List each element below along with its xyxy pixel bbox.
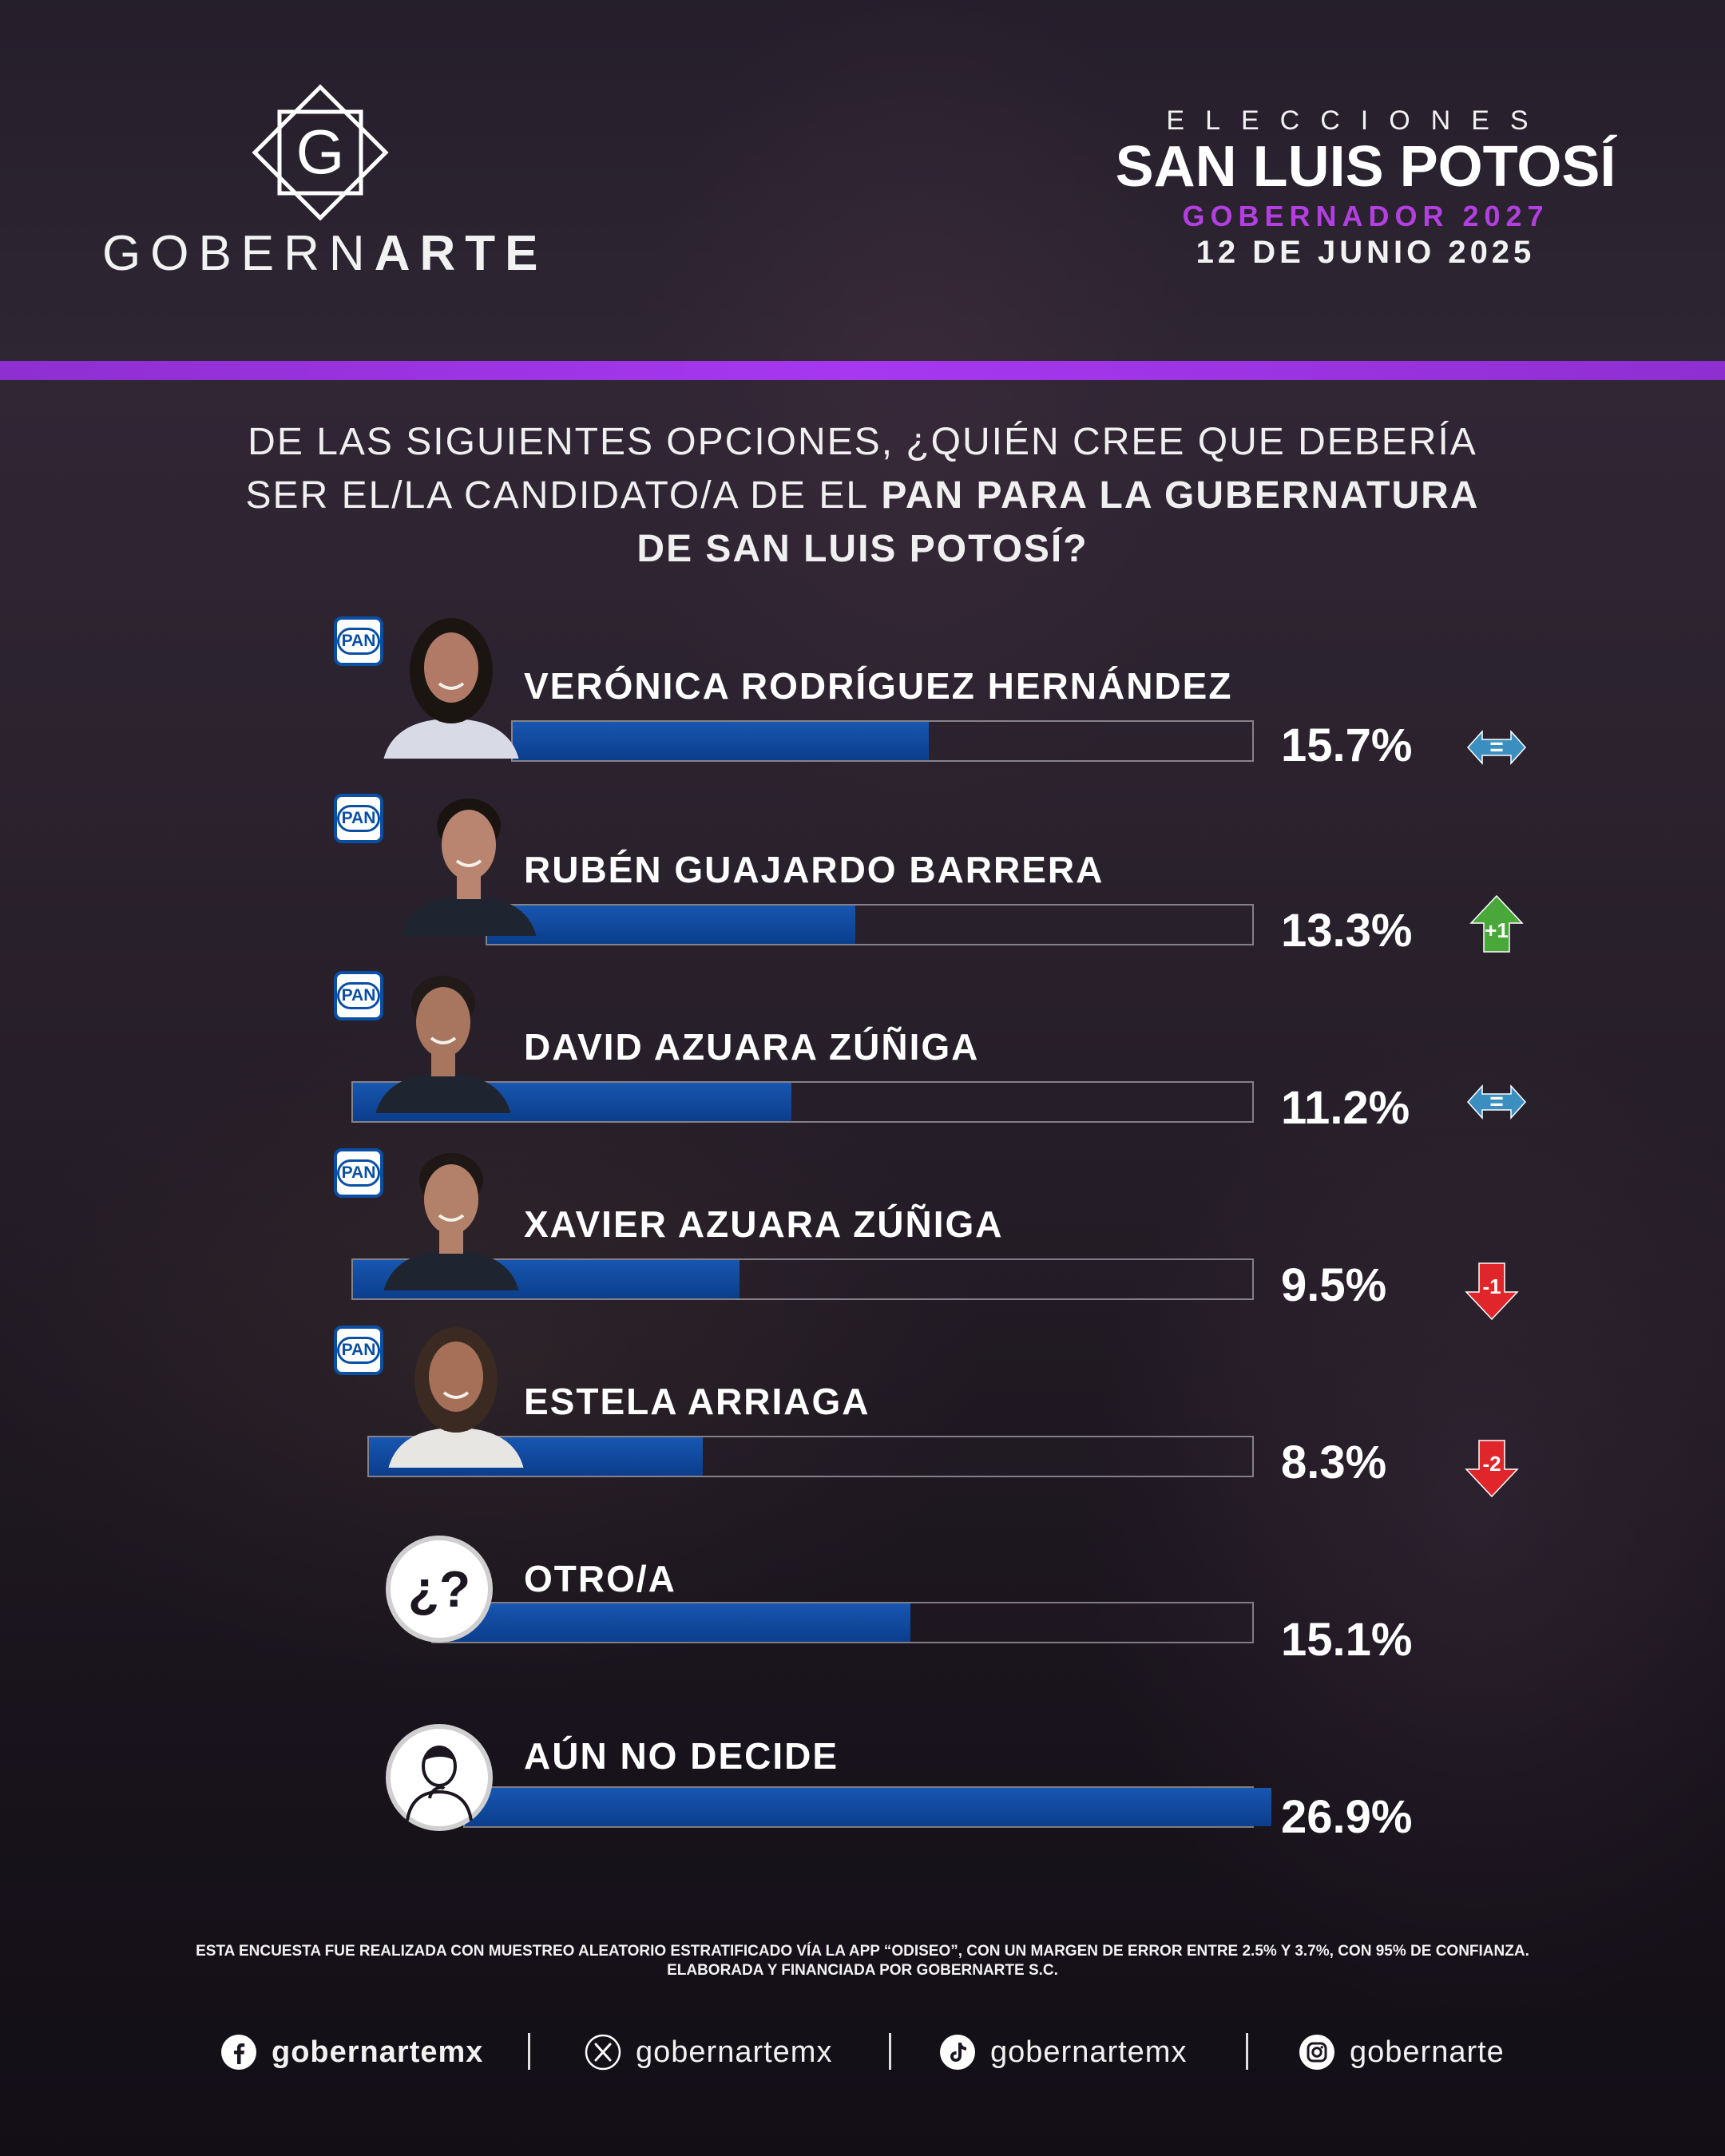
question-icon: ¿? (386, 1536, 493, 1643)
footnote-2a: ELABORADA Y FINANCIADA POR (667, 1962, 917, 1979)
party-badge: PAN (334, 971, 383, 1021)
instagram-icon (1299, 2035, 1334, 2070)
chart-row: PAN RUBÉN GUAJARDO BARRERA 13.3% +1 (0, 784, 1725, 957)
value-label: 13.3% (1281, 905, 1413, 957)
question-glyph: ¿? (408, 1560, 470, 1618)
trend-up-icon: +1 (1469, 894, 1524, 953)
bar (513, 722, 930, 760)
separator (1246, 2033, 1248, 2070)
candidate-name: VERÓNICA RODRÍGUEZ HERNÁNDEZ (524, 665, 1233, 707)
social-facebook[interactable]: gobernartemx (220, 2028, 483, 2076)
logo-letter: G (296, 117, 345, 187)
chart-row: PAN DAVID AZUARA ZÚÑIGA 11.2% = (0, 961, 1725, 1134)
footnote-line2: ELABORADA Y FINANCIADA POR GOBERNARTE S.… (80, 1961, 1645, 1980)
candidate-name: XAVIER AZUARA ZÚÑIGA (524, 1203, 1004, 1245)
party-badge-label: PAN (336, 805, 381, 832)
footnote-1b: APP “ODISEO” (848, 1943, 958, 1960)
trend-label: -1 (1482, 1274, 1501, 1298)
value-label: 9.5% (1281, 1259, 1387, 1311)
methodology-footnote: ESTA ENCUESTA FUE REALIZADA CON MUESTREO… (80, 1942, 1645, 1980)
chart-row: PAN ESTELA ARRIAGA 8.3% -2 (0, 1316, 1725, 1498)
footnote-1c: , CON UN MARGEN DE ERROR ENTRE 2.5% Y 3.… (958, 1943, 1376, 1960)
party-badge-label: PAN (336, 628, 381, 655)
social-links: gobernartemx gobernartemx gobernartemx g… (0, 2028, 1725, 2076)
accent-divider (0, 361, 1725, 380)
chart-row: PAN VERÓNICA RODRÍGUEZ HERNÁNDEZ 15.7% = (0, 607, 1725, 775)
chart-row: ¿? OTRO/A 15.1% (0, 1493, 1725, 1666)
party-badge-label: PAN (336, 1159, 381, 1187)
facebook-icon (221, 2035, 256, 2070)
trend-equal-icon: = (1466, 1084, 1527, 1120)
chart-row: PAN XAVIER AZUARA ZÚÑIGA 9.5% -1 (0, 1139, 1725, 1321)
candidate-name: DAVID AZUARA ZÚÑIGA (524, 1026, 980, 1068)
candidate-photo (388, 1327, 524, 1468)
candidate-photo (375, 976, 511, 1113)
brand-name-light: GOBERN (102, 226, 375, 281)
party-badge-label: PAN (336, 982, 381, 1009)
candidate-name: AÚN NO DECIDE (524, 1735, 839, 1777)
bar-track (431, 1602, 1254, 1643)
social-handle: gobernartemx (272, 2035, 484, 2069)
trend-down-icon: -2 (1465, 1440, 1519, 1498)
separator (889, 2033, 891, 2070)
eyebrow: ELECCIONES (1166, 105, 1549, 136)
separator (528, 2033, 530, 2070)
brand-name-strong: ARTE (374, 226, 548, 281)
social-handle: gobernartemx (636, 2035, 833, 2069)
candidate-name: OTRO/A (524, 1558, 676, 1599)
value-label: 8.3% (1281, 1437, 1387, 1488)
party-badge: PAN (334, 794, 383, 843)
value-label: 26.9% (1281, 1791, 1413, 1843)
bar-track (511, 720, 1254, 762)
value-label: 11.2% (1281, 1082, 1410, 1134)
undecided-person-icon (386, 1724, 493, 1831)
candidate-photo (401, 799, 537, 936)
candidate-photo (383, 618, 519, 759)
office-title: GOBERNADOR 2027 (1182, 200, 1549, 232)
chart-question: DE LAS SIGUIENTES OPCIONES, ¿QUIÉN CREE … (240, 415, 1485, 576)
trend-label: = (1489, 734, 1504, 760)
candidate-name: ESTELA ARRIAGA (524, 1381, 870, 1422)
trend-down-icon: -1 (1465, 1262, 1519, 1321)
party-badge: PAN (334, 1148, 383, 1198)
logo-mark-icon: G (252, 84, 389, 221)
party-badge-label: PAN (336, 1337, 381, 1364)
social-tiktok[interactable]: gobernartemx (939, 2028, 1187, 2076)
trend-equal-icon: = (1466, 730, 1527, 765)
tiktok-icon (940, 2035, 975, 2070)
social-handle: gobernartemx (990, 2035, 1188, 2069)
bar (465, 1788, 1272, 1826)
state-title: SAN LUIS POTOSÍ (1115, 135, 1616, 199)
trend-label: +1 (1485, 918, 1509, 942)
trend-label: = (1489, 1088, 1504, 1115)
footnote-2b: GOBERNARTE S.C. (916, 1962, 1058, 1979)
social-handle: gobernarte (1350, 2035, 1505, 2069)
value-label: 15.1% (1281, 1614, 1413, 1666)
survey-date: 12 DE JUNIO 2025 (1196, 235, 1536, 270)
candidate-name: RUBÉN GUAJARDO BARRERA (524, 849, 1104, 890)
social-x[interactable]: gobernartemx (585, 2028, 832, 2076)
footnote-1d: 95% DE CONFIANZA. (1375, 1943, 1529, 1960)
header: G GOBERNARTE ELECCIONES SAN LUIS POTOSÍ … (0, 0, 1725, 361)
social-instagram[interactable]: gobernarte (1299, 2028, 1505, 2076)
party-badge: PAN (334, 616, 383, 666)
bar-track (486, 904, 1254, 945)
chart-row: AÚN NO DECIDE 26.9% (0, 1671, 1725, 1843)
footnote-1a: ESTA ENCUESTA FUE REALIZADA CON MUESTREO… (196, 1943, 849, 1960)
candidate-photo (383, 1153, 519, 1290)
bar-track (463, 1786, 1272, 1828)
value-label: 15.7% (1281, 719, 1413, 771)
brand-name: GOBERNARTE (102, 225, 549, 282)
x-icon (585, 2034, 621, 2071)
trend-label: -2 (1482, 1452, 1501, 1476)
party-badge: PAN (334, 1326, 383, 1375)
bar (433, 1603, 911, 1642)
